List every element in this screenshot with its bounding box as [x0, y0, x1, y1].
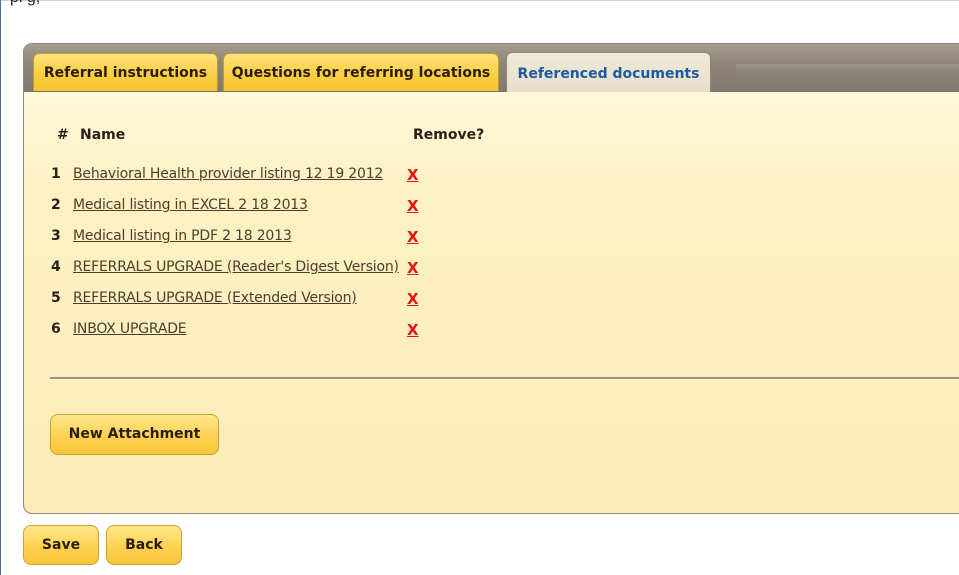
document-link[interactable]: REFERRALS UPGRADE (Extended Version) [73, 287, 357, 309]
remove-document-button[interactable]: X [407, 195, 419, 217]
document-row: 2 Medical listing in EXCEL 2 18 2013 X [24, 194, 544, 216]
document-link[interactable]: Medical listing in PDF 2 18 2013 [73, 225, 292, 247]
remove-document-button[interactable]: X [407, 319, 419, 341]
document-row: 4 REFERRALS UPGRADE (Reader's Digest Ver… [24, 256, 544, 278]
row-number: 5 [51, 290, 61, 306]
remove-document-button[interactable]: X [407, 164, 419, 186]
window-left-border [0, 0, 1, 575]
tab-questions-for-referring-locations[interactable]: Questions for referring locations [223, 53, 499, 91]
row-number: 2 [51, 197, 61, 213]
window-top-border [1, 0, 959, 1]
document-row: 6 INBOX UPGRADE X [24, 318, 544, 340]
save-button[interactable]: Save [23, 525, 99, 565]
column-header-name: Name [80, 127, 126, 143]
tab-bar: Referral instructions Questions for refe… [24, 44, 959, 92]
section-divider [50, 377, 959, 380]
document-link[interactable]: Medical listing in EXCEL 2 18 2013 [73, 194, 308, 216]
column-header-number: # [57, 127, 69, 143]
remove-document-button[interactable]: X [407, 226, 419, 248]
tab-panel: Referral instructions Questions for refe… [23, 43, 959, 514]
referenced-documents-content: # Name Remove? 1 Behavioral Health provi… [24, 92, 959, 513]
new-attachment-button[interactable]: New Attachment [50, 414, 219, 455]
document-row: 1 Behavioral Health provider listing 12 … [24, 163, 544, 185]
back-button[interactable]: Back [106, 525, 182, 565]
document-row: 3 Medical listing in PDF 2 18 2013 X [24, 225, 544, 247]
tab-referenced-documents[interactable]: Referenced documents [506, 52, 711, 92]
row-number: 6 [51, 321, 61, 337]
document-link[interactable]: INBOX UPGRADE [73, 318, 187, 340]
row-number: 4 [51, 259, 61, 275]
remove-document-button[interactable]: X [407, 288, 419, 310]
tab-bar-sheen [736, 64, 959, 74]
row-number: 3 [51, 228, 61, 244]
column-header-remove: Remove? [413, 127, 485, 143]
document-link[interactable]: Behavioral Health provider listing 12 19… [73, 163, 383, 185]
cutoff-header-text: pl g, [10, 0, 40, 8]
document-link[interactable]: REFERRALS UPGRADE (Reader's Digest Versi… [73, 256, 399, 278]
tab-referral-instructions[interactable]: Referral instructions [33, 53, 218, 91]
row-number: 1 [51, 166, 61, 182]
remove-document-button[interactable]: X [407, 257, 419, 279]
document-row: 5 REFERRALS UPGRADE (Extended Version) X [24, 287, 544, 309]
